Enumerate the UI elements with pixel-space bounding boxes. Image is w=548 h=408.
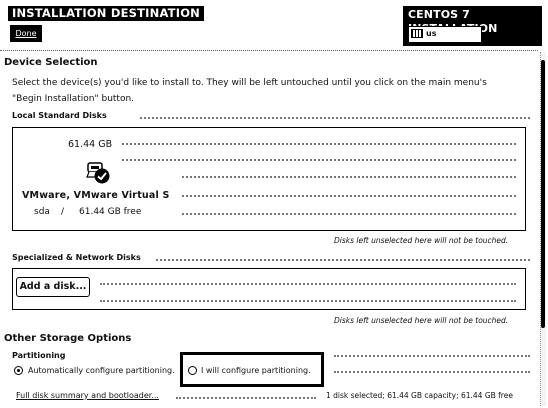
local-disks-heading: Local Standard Disks [12,111,107,120]
scrollbar-thumb[interactable] [541,60,545,328]
keyboard-layout-label: us [426,29,437,38]
disk-model-name: VMware, VMware Virtual S [22,190,170,201]
dotted-rule [122,159,516,161]
partitioning-heading: Partitioning [12,351,66,360]
manual-partitioning-radio[interactable] [188,366,197,375]
disk-device-name: sda [34,207,50,217]
checkmark-icon [94,168,110,184]
dotted-rule [140,117,530,119]
dotted-rule [122,143,516,145]
dotted-rule [100,300,516,302]
storage-options-heading: Other Storage Options [4,333,132,344]
done-button[interactable]: Done [10,25,42,42]
spoke-title: INSTALLATION DESTINATION [8,6,204,21]
dotted-rule [182,195,516,197]
full-disk-summary-link[interactable]: Full disk summary and bootloader... [16,391,159,401]
local-disks-hint: Disks left unselected here will not be t… [334,236,509,245]
auto-partitioning-radio[interactable] [14,366,23,375]
disk-separator: / [61,207,65,217]
auto-partitioning-label[interactable]: Automatically configure partitioning. [28,366,175,376]
header-divider [0,50,538,51]
disk-size: 61.44 GB [68,139,113,150]
dotted-rule [182,176,516,178]
disk-selection-status: 1 disk selected; 61.44 GB capacity; 61.4… [326,391,513,400]
dotted-rule [334,355,530,357]
dotted-rule [182,213,516,215]
dotted-rule [100,283,516,285]
disk-free-space: 61.44 GB free [79,207,142,217]
dotted-rule [334,371,530,373]
device-selection-heading: Device Selection [4,57,98,68]
network-disks-hint: Disks left unselected here will not be t… [334,316,509,325]
add-disk-button[interactable]: Add a disk... [16,277,90,297]
dotted-rule [176,397,316,399]
instructions-line-2: "Begin Installation" button. [12,94,135,104]
manual-partitioning-label[interactable]: I will configure partitioning. [201,366,311,376]
keyboard-icon [411,29,423,38]
instructions-line-1: Select the device(s) you'd like to insta… [12,78,487,88]
network-disks-heading: Specialized & Network Disks [12,253,141,262]
dotted-rule [156,259,530,261]
